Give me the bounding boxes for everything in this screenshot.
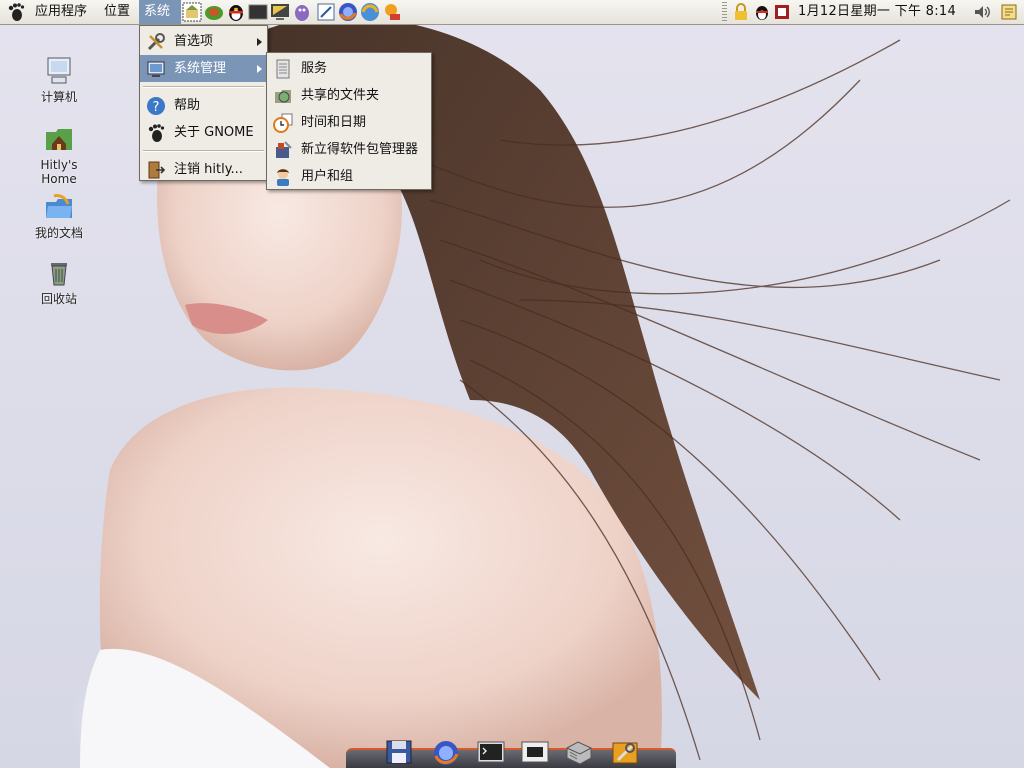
menu-item-label: 帮助 — [174, 98, 201, 113]
applications-menu[interactable]: 应用程序 — [30, 0, 92, 24]
users-icon — [277, 169, 289, 186]
package-manager-icon — [276, 141, 292, 158]
menu-item-synaptic[interactable]: 新立得软件包管理器 — [267, 136, 431, 163]
menu-item-label: 共享的文件夹 — [301, 88, 380, 103]
qq-penguin-icon[interactable] — [753, 3, 771, 21]
system-menu[interactable]: 系统 — [139, 0, 181, 24]
firefox-icon[interactable] — [338, 2, 358, 22]
help-icon: ? — [147, 97, 165, 115]
documents-icon — [46, 194, 72, 218]
firefox-icon[interactable] — [431, 738, 461, 766]
menu-item-shared-folders[interactable]: 共享的文件夹 — [267, 82, 431, 109]
notes-icon[interactable] — [1000, 3, 1018, 21]
submenu-arrow-icon — [257, 65, 262, 73]
desktop-icon-home[interactable]: Hitly's Home — [24, 122, 94, 186]
lock-icon[interactable] — [732, 3, 750, 21]
qq-penguin-icon[interactable] — [226, 2, 246, 22]
system-menu-dropdown: 首选项 系统管理 ? 帮助 关于 GNOME 注销 hitly... — [139, 25, 268, 181]
terminal-icon[interactable] — [248, 2, 268, 22]
svg-text:?: ? — [153, 100, 160, 115]
services-icon — [276, 59, 290, 79]
menu-item-label: 关于 GNOME — [174, 125, 254, 140]
menu-item-users-and-groups[interactable]: 用户和组 — [267, 163, 431, 190]
places-menu[interactable]: 位置 — [99, 0, 135, 24]
panel-handle[interactable] — [722, 2, 727, 22]
desktop-icon-computer[interactable]: 计算机 — [24, 54, 94, 104]
trash-icon — [51, 263, 67, 286]
desktop-icon-label: 回收站 — [40, 292, 77, 306]
menu-item-label: 用户和组 — [301, 169, 354, 184]
admin-icon — [147, 61, 165, 77]
weather-icon[interactable] — [382, 2, 402, 22]
shared-folder-icon — [275, 90, 291, 103]
save-icon[interactable] — [384, 738, 414, 766]
menu-item-administration[interactable]: 系统管理 — [140, 55, 267, 82]
menu-separator — [143, 150, 264, 152]
home-icon — [46, 129, 72, 150]
globe-icon[interactable] — [360, 2, 380, 22]
menu-item-label: 新立得软件包管理器 — [301, 142, 419, 157]
desktop-icon-label: Hitly's Home — [40, 158, 78, 186]
panel-clock[interactable]: 1月12日星期一 下午 8:14 — [798, 0, 956, 24]
terminal-icon[interactable] — [476, 738, 506, 766]
home-folder-icon[interactable] — [182, 2, 202, 22]
administration-submenu: 服务 共享的文件夹 时间和日期 新立得软件包管理器 用户和组 — [266, 52, 432, 190]
app-icon[interactable] — [773, 3, 791, 21]
drive-icon[interactable] — [564, 738, 594, 766]
display-icon[interactable] — [520, 738, 550, 766]
volume-icon[interactable] — [973, 3, 991, 21]
clock-icon — [273, 113, 293, 133]
menu-item-about-gnome[interactable]: 关于 GNOME — [140, 119, 267, 146]
logout-icon — [148, 161, 166, 179]
tools-icon — [147, 33, 165, 51]
settings-icon[interactable] — [610, 738, 640, 766]
top-panel: 应用程序 位置 系统 1月12日星期一 下午 8:14 — [0, 0, 1024, 25]
desktop-icon-trash[interactable]: 回收站 — [24, 256, 94, 306]
menu-item-label: 时间和日期 — [301, 115, 367, 130]
menu-separator — [143, 86, 264, 88]
menu-item-preferences[interactable]: 首选项 — [140, 28, 267, 55]
text-editor-icon[interactable] — [316, 2, 336, 22]
computer-icon — [47, 57, 71, 84]
desktop-icon-label: 计算机 — [40, 90, 77, 104]
menu-item-label: 服务 — [301, 61, 328, 76]
turtle-icon[interactable] — [204, 2, 224, 22]
menu-item-label: 系统管理 — [174, 61, 227, 76]
menu-item-time-and-date[interactable]: 时间和日期 — [267, 109, 431, 136]
desktop-icon-documents[interactable]: 我的文档 — [24, 190, 94, 240]
menu-item-label: 注销 hitly... — [174, 162, 243, 177]
monitor-icon[interactable] — [270, 2, 290, 22]
menu-item-label: 首选项 — [174, 34, 214, 49]
menu-item-logout[interactable]: 注销 hitly... — [140, 156, 267, 183]
submenu-arrow-icon — [257, 38, 262, 46]
menu-item-services[interactable]: 服务 — [267, 55, 431, 82]
desktop-icon-label: 我的文档 — [34, 226, 83, 240]
gnome-foot-icon[interactable] — [6, 2, 26, 22]
gnome-foot-icon — [148, 124, 165, 142]
pidgin-icon[interactable] — [292, 2, 312, 22]
bottom-dock — [346, 738, 676, 768]
menu-item-help[interactable]: ? 帮助 — [140, 92, 267, 119]
